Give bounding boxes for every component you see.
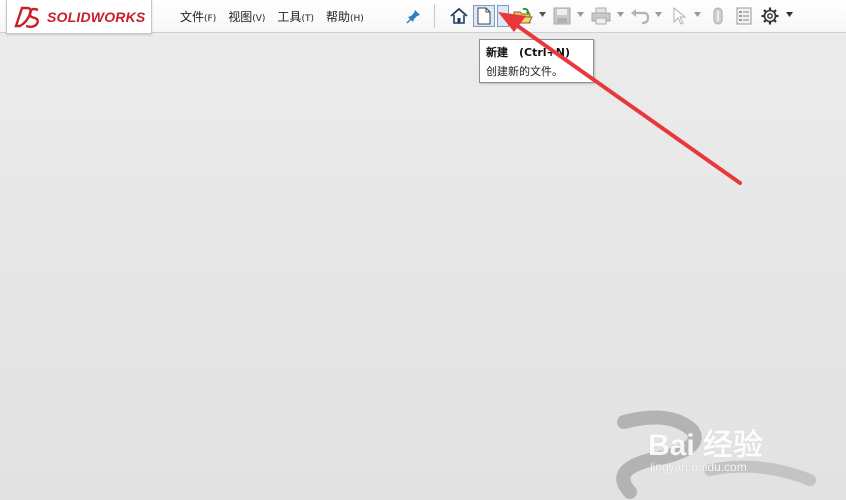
watermark-brand: Bai 经验: [648, 429, 764, 462]
select-button[interactable]: [668, 5, 690, 27]
pin-icon[interactable]: [406, 8, 422, 24]
save-button[interactable]: [551, 5, 573, 27]
open-button[interactable]: [512, 5, 534, 27]
new-document-tooltip: 新建 (Ctrl+N) 创建新的文件。: [479, 39, 594, 83]
options-gear-icon: [761, 7, 779, 25]
menu-help[interactable]: 帮助(H): [320, 8, 370, 25]
print-button[interactable]: [590, 5, 612, 27]
chevron-down-icon[interactable]: [577, 12, 584, 18]
toolbar-divider: [434, 4, 435, 28]
home-button[interactable]: [448, 5, 470, 27]
rebuild-icon: [713, 7, 723, 25]
menu-view[interactable]: 视图(V): [222, 8, 271, 25]
menu-bar: 文件(F) 视图(V) 工具(T) 帮助(H): [174, 8, 370, 25]
new-document-dropdown[interactable]: [497, 5, 509, 27]
undo-icon: [631, 9, 650, 25]
logo-text: SOLIDWORKS: [47, 8, 146, 25]
options-button[interactable]: [759, 5, 781, 27]
ds-logo-icon: [14, 6, 39, 28]
new-document-icon: [477, 7, 491, 25]
select-pointer-icon: [673, 7, 687, 25]
top-bar: SOLIDWORKS 文件(F) 视图(V) 工具(T) 帮助(H): [0, 0, 846, 34]
solidworks-logo[interactable]: SOLIDWORKS: [6, 0, 152, 34]
menu-tools[interactable]: 工具(T): [271, 8, 320, 25]
new-document-button[interactable]: [473, 5, 495, 27]
tooltip-title: 新建 (Ctrl+N): [486, 46, 571, 59]
chevron-down-icon: [499, 13, 507, 18]
print-icon: [591, 7, 611, 25]
chevron-down-icon[interactable]: [655, 12, 662, 18]
undo-button[interactable]: [629, 5, 651, 27]
file-properties-button[interactable]: [733, 5, 755, 27]
file-properties-icon: [736, 7, 752, 25]
save-icon: [553, 7, 571, 25]
tooltip-description: 创建新的文件。: [486, 65, 563, 78]
chevron-down-icon[interactable]: [539, 12, 546, 18]
chevron-down-icon[interactable]: [694, 12, 701, 18]
rebuild-button[interactable]: [708, 5, 728, 27]
watermark-url: jingyan.baidu.com: [650, 460, 747, 474]
menu-file[interactable]: 文件(F): [174, 8, 222, 25]
chevron-down-icon[interactable]: [786, 12, 793, 18]
chevron-down-icon[interactable]: [617, 12, 624, 18]
home-icon: [450, 7, 468, 24]
open-folder-icon: [513, 7, 533, 24]
